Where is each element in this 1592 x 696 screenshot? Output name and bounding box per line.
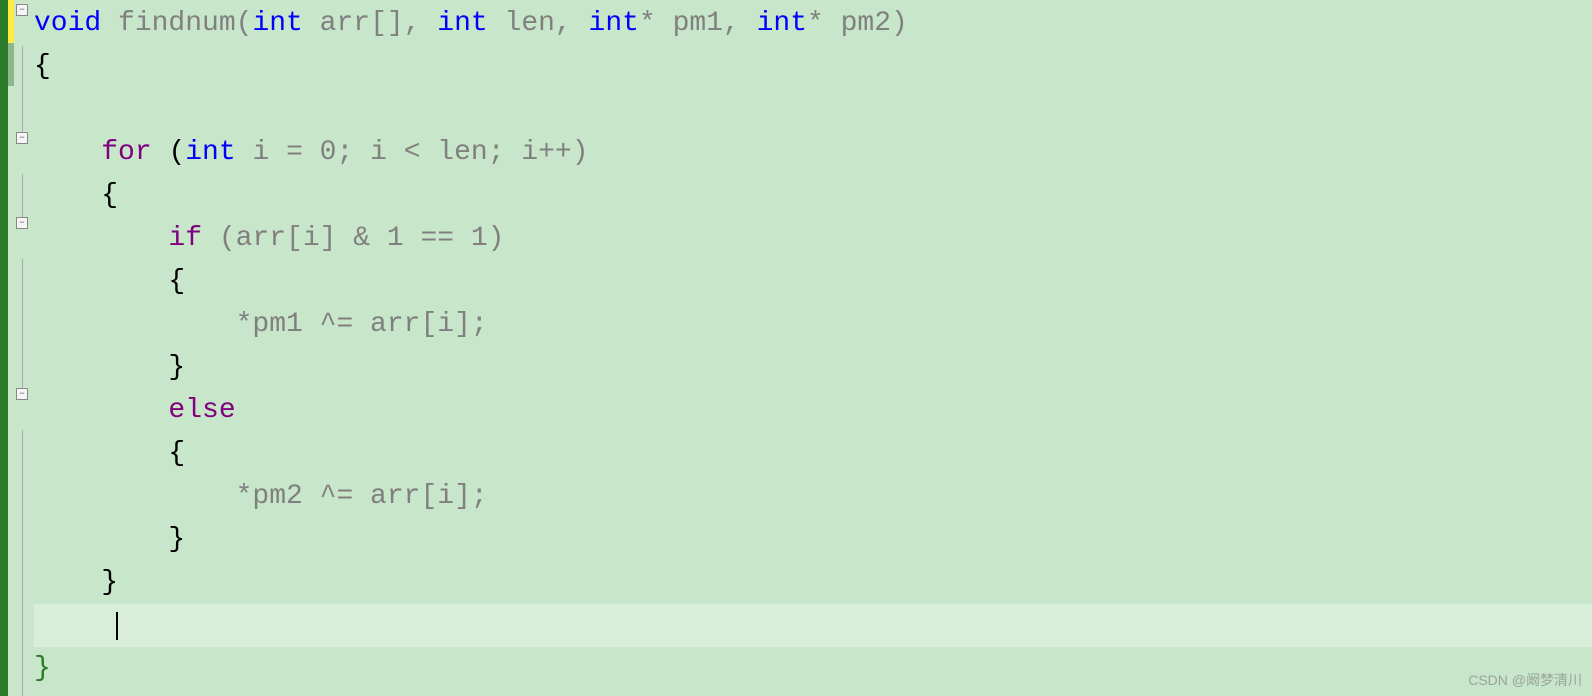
code-line: { — [34, 260, 1592, 303]
code-line: { — [34, 45, 1592, 88]
code-editor[interactable]: void findnum(int arr[], int len, int* pm… — [30, 0, 1592, 696]
code-line: for (int i = 0; i < len; i++) — [34, 131, 1592, 174]
code-line: } — [34, 346, 1592, 389]
code-line: } — [34, 561, 1592, 604]
watermark: CSDN @阚梦清川 — [1468, 670, 1582, 690]
cursor-line — [34, 604, 1592, 647]
fold-icon-function[interactable]: − — [16, 4, 28, 16]
code-line: } — [34, 647, 1592, 690]
code-line: { — [34, 432, 1592, 475]
code-line: else — [34, 389, 1592, 432]
code-line: void findnum(int arr[], int len, int* pm… — [34, 2, 1592, 45]
fold-column: − − − − — [14, 0, 30, 696]
code-line: } — [34, 518, 1592, 561]
code-line: { — [34, 174, 1592, 217]
editor-gutter — [0, 0, 8, 696]
code-line: *pm1 ^= arr[i]; — [34, 303, 1592, 346]
code-line — [34, 88, 1592, 131]
fold-icon-for[interactable]: − — [16, 132, 28, 144]
fold-icon-if[interactable]: − — [16, 217, 28, 229]
code-line: *pm2 ^= arr[i]; — [34, 475, 1592, 518]
fold-icon-else[interactable]: − — [16, 388, 28, 400]
code-line: if (arr[i] & 1 == 1) — [34, 217, 1592, 260]
